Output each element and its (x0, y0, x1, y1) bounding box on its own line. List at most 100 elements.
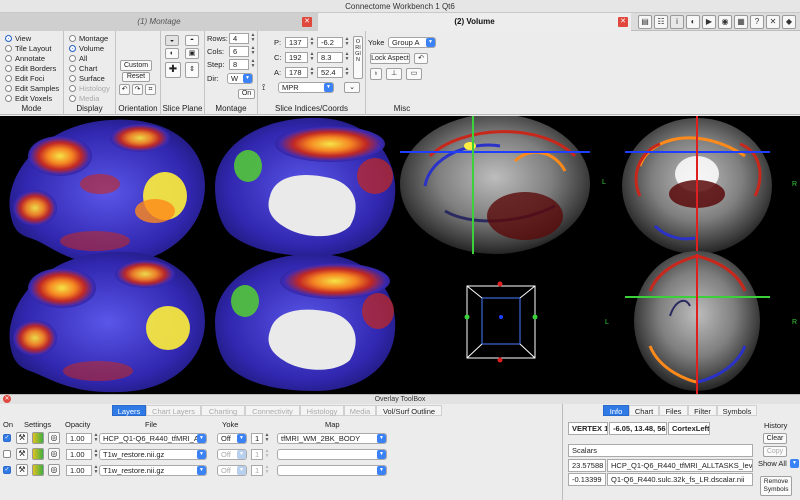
tools-icon[interactable]: ✕ (766, 15, 780, 29)
yoke-select[interactable]: Group A ▼ (388, 37, 436, 48)
map-index-field[interactable]: 1 (251, 433, 263, 444)
opacity-field[interactable]: 1.00 (66, 465, 92, 476)
opacity-field[interactable]: 1.00 (66, 433, 92, 444)
montage-rows-field[interactable]: 4 (229, 33, 249, 44)
help-icon[interactable]: ? (750, 15, 764, 29)
montage-dir-select[interactable]: W ▼ (227, 73, 253, 84)
crosshair-icon[interactable]: ✚ (165, 62, 181, 78)
settings-icon[interactable]: ◎ (48, 432, 60, 444)
display-volume-radio[interactable]: Volume (69, 44, 104, 54)
ruler-icon[interactable]: ▭ (406, 68, 422, 80)
slice-c-index-field[interactable]: 192 (285, 52, 308, 63)
wrench-icon[interactable]: ⚒ (16, 464, 28, 476)
a-coord-stepper-icon[interactable]: ▲ ▼ (344, 67, 350, 78)
axis-crosshair-icon[interactable]: ⊥ (386, 68, 402, 80)
close-icon[interactable]: ✕ (3, 395, 11, 403)
slice-c-coord-field[interactable]: 8.3 (317, 52, 343, 63)
layer-on-checkbox[interactable] (3, 450, 11, 458)
map-index-stepper-icon[interactable]: ▲ ▼ (264, 433, 270, 444)
step-stepper-icon[interactable]: ▲ ▼ (250, 59, 256, 70)
sagittal-plane-icon[interactable]: ◒ (165, 35, 179, 46)
clear-button[interactable]: Clear (763, 433, 787, 444)
montage-on-button[interactable]: On (238, 89, 255, 99)
file-select[interactable]: T1w_restore.nii.gz ▼ (99, 449, 207, 460)
file-select[interactable]: HCP_Q1-Q6_R440_tfMRI_Al ▼ (99, 433, 207, 444)
slice-p-coord-field[interactable]: -6.2 (317, 37, 343, 48)
cols-stepper-icon[interactable]: ▲ ▼ (250, 46, 256, 57)
identify-icon[interactable]: ◆ (782, 15, 796, 29)
rotate-left-icon[interactable]: ↶ (119, 84, 130, 95)
p-index-stepper-icon[interactable]: ▲ ▼ (309, 37, 315, 48)
remove-symbols-button[interactable]: Remove Symbols (760, 476, 792, 496)
show-select[interactable]: Show All ▼ (755, 459, 799, 470)
palette-icon[interactable] (32, 432, 44, 444)
orientation-custom-button[interactable]: Custom (120, 60, 152, 71)
palette-icon[interactable] (32, 448, 44, 460)
map-select[interactable]: tfMRI_WM_2BK_BODY ▼ (277, 433, 387, 444)
c-coord-stepper-icon[interactable]: ▲ ▼ (344, 52, 350, 63)
display-surface-radio[interactable]: Surface (69, 74, 105, 84)
tab-symbols[interactable]: Symbols (717, 405, 757, 416)
axial-plane-icon[interactable]: ◐ (165, 48, 179, 59)
layers-icon[interactable]: ☷ (654, 15, 668, 29)
map-select[interactable]: ▼ (277, 449, 387, 460)
graphics-viewer[interactable]: L R L R (0, 116, 800, 394)
p-coord-stepper-icon[interactable]: ▲ ▼ (344, 37, 350, 48)
rotate-right-icon[interactable]: ↷ (132, 84, 143, 95)
expand-down-icon[interactable]: ⌄ (344, 82, 360, 93)
display-chart-radio[interactable]: Chart (69, 64, 97, 74)
undo-icon[interactable]: ↶ (414, 53, 428, 64)
mode-edit-samples-radio[interactable]: Edit Samples (5, 84, 59, 94)
slice-arrows-icon[interactable]: ⇕ (185, 62, 199, 78)
all-planes-icon[interactable]: ▣ (185, 48, 199, 59)
info-icon[interactable]: i (670, 15, 684, 29)
crop-icon[interactable]: ⌗ (145, 84, 156, 95)
montage-cols-field[interactable]: 6 (229, 46, 249, 57)
orientation-reset-button[interactable]: Reset (122, 72, 150, 82)
display-all-radio[interactable]: All (69, 54, 87, 64)
wrench-icon[interactable]: ⚒ (16, 448, 28, 460)
viewer-canvas[interactable]: L R L R (0, 116, 800, 394)
tab-volume-close-icon[interactable]: ✕ (618, 17, 628, 27)
layer-on-checkbox[interactable]: ✓ (3, 434, 11, 442)
opacity-field[interactable]: 1.00 (66, 449, 92, 460)
comment-icon[interactable]: ▤ (638, 15, 652, 29)
c-index-stepper-icon[interactable]: ▲ ▼ (309, 52, 315, 63)
montage-step-field[interactable]: 8 (229, 59, 249, 70)
tab-chart[interactable]: Chart (629, 405, 659, 416)
mode-annotate-radio[interactable]: Annotate (5, 54, 45, 64)
slice-a-index-field[interactable]: 178 (285, 67, 308, 78)
slice-a-coord-field[interactable]: 52.4 (317, 67, 343, 78)
camera-icon[interactable]: ◉ (718, 15, 732, 29)
settings-icon[interactable]: ◎ (48, 464, 60, 476)
tab-volume[interactable]: (2) Volume (318, 13, 631, 31)
palette-icon[interactable] (32, 464, 44, 476)
movie-icon[interactable]: ▶ (702, 15, 716, 29)
tab-filter[interactable]: Filter (688, 405, 717, 416)
tab-files[interactable]: Files (659, 405, 688, 416)
wrench-icon[interactable]: ⚒ (16, 432, 28, 444)
projection-select[interactable]: MPR ▼ (278, 82, 334, 93)
file-select[interactable]: T1w_restore.nii.gz ▼ (99, 465, 207, 476)
tab-layers[interactable]: Layers (112, 405, 146, 416)
lock-aspect-button[interactable]: Lock Aspect (370, 53, 410, 64)
display-montage-radio[interactable]: Montage (69, 34, 108, 44)
settings-icon[interactable]: ◎ (48, 448, 60, 460)
mode-edit-borders-radio[interactable]: Edit Borders (5, 64, 56, 74)
origin-button[interactable]: ORIGIN (353, 36, 363, 79)
a-index-stepper-icon[interactable]: ▲ ▼ (309, 67, 315, 78)
coronal-plane-icon[interactable]: ◓ (185, 35, 199, 46)
mode-edit-foci-radio[interactable]: Edit Foci (5, 74, 44, 84)
tab-info[interactable]: Info (603, 405, 629, 416)
palette-icon[interactable]: ◐ (686, 15, 700, 29)
layer-on-checkbox[interactable]: ✓ (3, 466, 11, 474)
mode-tile-layout-radio[interactable]: Tile Layout (5, 44, 51, 54)
tab-montage-close-icon[interactable]: ✕ (302, 17, 312, 27)
mode-view-radio[interactable]: View (5, 34, 31, 44)
yoke-select[interactable]: Off ▼ (217, 433, 247, 444)
tab-vol-surf-outline[interactable]: Vol/Surf Outline (376, 405, 442, 416)
slice-p-index-field[interactable]: 137 (285, 37, 308, 48)
lightbulb-icon[interactable]: ♁ (370, 68, 382, 80)
mode-edit-voxels-radio[interactable]: Edit Voxels (5, 94, 52, 104)
tab-montage[interactable]: (1) Montage (0, 13, 318, 31)
